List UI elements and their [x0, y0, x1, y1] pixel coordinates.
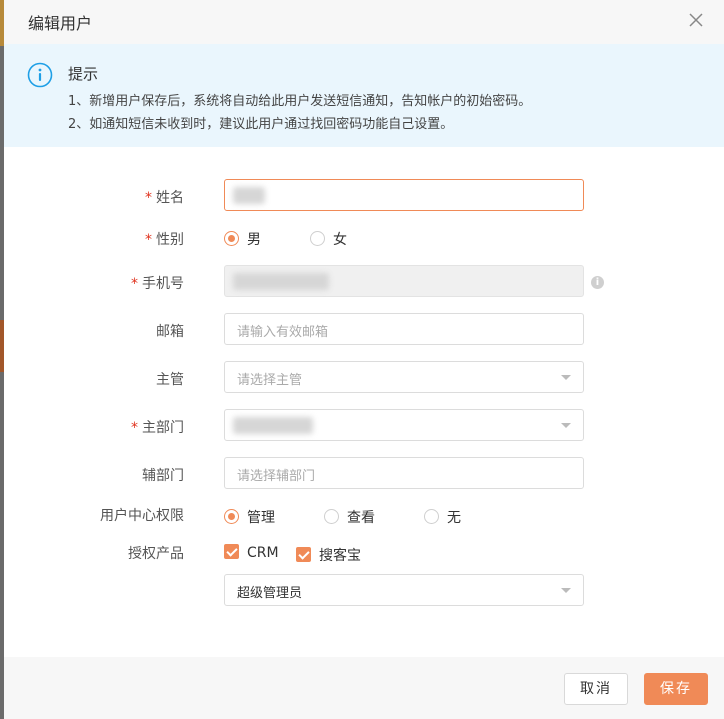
- email-label: 邮箱: [156, 324, 184, 340]
- dialog-header: 编辑用户: [4, 0, 724, 44]
- permission-radio-manage[interactable]: 管理: [224, 507, 275, 527]
- info-small-icon[interactable]: i: [591, 276, 604, 289]
- chevron-down-icon: [561, 588, 571, 593]
- tip-line-1: 1、新增用户保存后，系统将自动给此用户发送短信通知，告知帐户的初始密码。: [68, 94, 532, 109]
- products-label: 授权产品: [128, 546, 184, 562]
- close-icon[interactable]: [686, 10, 706, 30]
- cancel-button[interactable]: 取消: [564, 673, 628, 705]
- role-select[interactable]: 超级管理员: [224, 574, 584, 606]
- sub-dept-placeholder: 请选择辅部门: [237, 469, 316, 484]
- gender-label: * 性别: [145, 232, 184, 248]
- main-dept-label: * 主部门: [131, 420, 184, 436]
- product-checkbox-crm[interactable]: CRM: [224, 543, 279, 561]
- supervisor-select[interactable]: 请选择主管: [224, 361, 584, 393]
- radio-checked[interactable]: [224, 230, 239, 246]
- redacted-phone: [233, 273, 329, 290]
- gender-radio-male[interactable]: 男: [224, 229, 261, 249]
- product-checkbox-soukebao[interactable]: 搜客宝: [296, 545, 361, 565]
- tip-panel: 提示 1、新增用户保存后，系统将自动给此用户发送短信通知，告知帐户的初始密码。 …: [4, 44, 724, 147]
- email-placeholder: 请输入有效邮箱: [237, 325, 329, 340]
- dialog-footer: 取消 保存: [4, 657, 724, 719]
- tip-title: 提示: [68, 65, 99, 83]
- edit-user-dialog: 编辑用户 提示 1、新增用户保存后，系统将自动给此用户发送短信通知，告知帐户的初…: [4, 0, 724, 719]
- sub-dept-label: 辅部门: [142, 468, 184, 484]
- dialog-title: 编辑用户: [28, 14, 93, 33]
- checkbox-checked[interactable]: [296, 546, 311, 562]
- radio-unchecked[interactable]: [424, 508, 439, 524]
- radio-unchecked[interactable]: [310, 230, 325, 246]
- gender-radio-female[interactable]: 女: [310, 229, 347, 249]
- supervisor-label: 主管: [156, 372, 184, 388]
- user-center-label: 用户中心权限: [100, 508, 184, 524]
- phone-label: * 手机号: [131, 276, 184, 292]
- chevron-down-icon: [561, 423, 571, 428]
- supervisor-placeholder: 请选择主管: [237, 373, 303, 388]
- info-circle-icon: [27, 62, 53, 88]
- sub-dept-select[interactable]: 请选择辅部门: [224, 457, 584, 489]
- main-dept-select[interactable]: [224, 409, 584, 441]
- radio-unchecked[interactable]: [324, 508, 339, 524]
- role-value: 超级管理员: [237, 586, 303, 601]
- phone-field: [224, 265, 584, 297]
- permission-radio-view[interactable]: 查看: [324, 507, 375, 527]
- checkbox-checked[interactable]: [224, 543, 239, 559]
- redacted-department: [233, 417, 313, 434]
- tip-line-2: 2、如通知短信未收到时，建议此用户通过找回密码功能自己设置。: [68, 117, 454, 132]
- name-label: * 姓名: [145, 190, 184, 206]
- name-field[interactable]: [224, 179, 584, 211]
- chevron-down-icon: [561, 375, 571, 380]
- redacted-name: [233, 187, 265, 204]
- required-mark: *: [145, 190, 152, 206]
- save-button[interactable]: 保存: [644, 673, 708, 705]
- email-field[interactable]: 请输入有效邮箱: [224, 313, 584, 345]
- permission-radio-none[interactable]: 无: [424, 507, 461, 527]
- radio-checked[interactable]: [224, 508, 239, 524]
